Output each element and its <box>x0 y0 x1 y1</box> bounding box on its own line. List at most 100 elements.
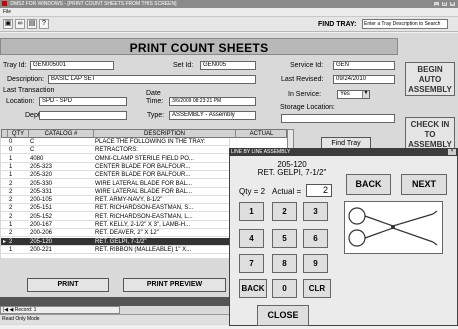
storage-location-label: Storage Location: <box>280 104 335 111</box>
table-row[interactable]: 1 200-221 RET. RIBBON (MALLEABLE) 1" X... <box>1 246 229 254</box>
keypad-2[interactable]: 2 <box>272 202 297 221</box>
row-description: RET. RICHARDSON-EASTMAN, L... <box>95 213 193 220</box>
row-description: WIRE LATERAL BLADE FOR BAL... <box>95 188 193 195</box>
table-row[interactable]: 2 205-151 RET. RICHARDSON-EASTMAN, S... <box>1 204 229 213</box>
chevron-down-icon[interactable]: ▼ <box>362 91 369 98</box>
location-field[interactable]: SPD - SPD <box>39 97 127 106</box>
row-qty: 2 <box>9 188 13 195</box>
date-label: Date <box>146 90 161 97</box>
table-row[interactable]: 2 200-105 RET. ARMY-NAVY, 8-1/2" <box>1 196 229 205</box>
keypad-back[interactable]: BACK <box>239 279 267 298</box>
keypad-0[interactable]: 0 <box>272 279 297 298</box>
tray-id-field[interactable]: GEN005001 <box>30 61 114 70</box>
print-preview-button[interactable]: PRINT PREVIEW <box>123 278 226 292</box>
row-qty: 2 <box>9 180 13 187</box>
keypad-8[interactable]: 8 <box>272 254 297 273</box>
row-catalog: C <box>30 147 35 154</box>
row-description: PLACE THE FOLLOWING IN THE TRAY: <box>95 139 206 145</box>
time-label: Time: <box>146 98 164 105</box>
print-button[interactable]: PRINT <box>27 278 109 292</box>
instrument-image <box>344 201 443 254</box>
row-catalog: 200-206 <box>30 230 53 237</box>
table-row[interactable]: 1 4080 OMNI-CLAMP STERILE FIELD PO... <box>1 155 229 163</box>
row-catalog: 205-152 <box>30 213 53 220</box>
last-revised-field[interactable]: 09/24/2010 <box>333 75 395 84</box>
dialog-close-button[interactable]: CLOSE <box>257 305 309 326</box>
row-qty: 0 <box>9 147 13 154</box>
window-title: DMS2 FOR WINDOWS - [PRINT COUNT SHEETS F… <box>10 1 177 7</box>
table-row[interactable]: 1 200-167 RET. KELLY, 2-1/2" X 3", LAMB-H.… <box>1 221 229 229</box>
in-service-select[interactable]: Yes ▼ <box>337 90 370 99</box>
find-tray-input[interactable]: Enter a Tray Description to Search <box>362 19 448 29</box>
keypad-5[interactable]: 5 <box>272 229 297 248</box>
header-actual: ACTUAL <box>236 130 288 138</box>
page-title: PRINT COUNT SHEETS <box>129 41 269 55</box>
row-description: RET. GELPI, 7-1/2" <box>95 238 147 245</box>
close-window-button[interactable]: × <box>449 1 456 7</box>
service-id-label: Service Id: <box>290 62 324 69</box>
header-catalog: CATALOG # <box>29 130 94 138</box>
table-row[interactable]: ▸ 2 205-120 RET. GELPI, 7-1/2" <box>1 237 229 246</box>
row-qty: 1 <box>9 155 13 162</box>
actual-column-area <box>230 138 287 148</box>
row-catalog: 205-330 <box>30 180 53 187</box>
maximize-button[interactable]: □ <box>441 1 448 7</box>
table-row[interactable]: 1 205-323 CENTER BLADE FOR BALFOUR... <box>1 163 229 171</box>
binoculars-icon[interactable]: ∞ <box>15 19 25 29</box>
keypad-1[interactable]: 1 <box>239 202 264 221</box>
storage-location-field[interactable] <box>281 114 395 123</box>
set-id-field[interactable]: GEN005 <box>200 61 256 70</box>
keypad-7[interactable]: 7 <box>239 254 264 273</box>
table-row[interactable]: 1 205-320 CENTER BLADE FOR BALFOUR... <box>1 171 229 180</box>
dialog-actual-label: Actual = <box>272 187 302 196</box>
table-row[interactable]: 2 205-331 WIRE LATERAL BLADE FOR BAL... <box>1 188 229 196</box>
dialog-back-button[interactable]: BACK <box>346 174 391 195</box>
row-qty: 2 <box>9 213 13 220</box>
begin-auto-assembly-button[interactable]: BEGIN AUTO ASSEMBLY <box>405 62 455 96</box>
description-field[interactable]: BASIC LAP SET <box>48 75 256 84</box>
in-service-value: Yes <box>340 91 350 97</box>
first-record-icon[interactable]: |◀ ◀ <box>3 307 13 313</box>
last-revised-label: Last Revised: <box>281 76 324 83</box>
dept-field[interactable] <box>39 111 127 120</box>
grid-header: QTY CATALOG # DESCRIPTION ACTUAL <box>1 129 288 138</box>
save-icon[interactable]: ▣ <box>3 19 13 29</box>
help-icon[interactable]: ? <box>39 19 49 29</box>
time-field[interactable]: 3/6/2009 08:23:21 PM <box>169 97 256 106</box>
row-qty: 1 <box>9 222 13 228</box>
row-description: WIRE LATERAL BLADE FOR BAL... <box>95 180 193 187</box>
row-qty: 2 <box>9 238 13 245</box>
type-field[interactable]: ASSEMBLY - Assembly <box>169 111 256 120</box>
keypad-4[interactable]: 4 <box>239 229 264 248</box>
keypad-6[interactable]: 6 <box>303 229 328 248</box>
row-description: CENTER BLADE FOR BALFOUR... <box>95 172 191 179</box>
keypad-clear[interactable]: CLR <box>303 279 331 298</box>
keypad-3[interactable]: 3 <box>303 202 328 221</box>
menu-file[interactable]: File <box>3 9 11 15</box>
items-grid: 0 C PLACE THE FOLLOWING IN THE TRAY: 0 C RETR… <box>1 138 229 258</box>
minimize-button[interactable]: _ <box>433 1 440 7</box>
dialog-next-button[interactable]: NEXT <box>401 174 447 195</box>
table-row[interactable]: 2 205-330 WIRE LATERAL BLADE FOR BAL... <box>1 180 229 188</box>
dialog-qty: Qty = 2 <box>239 187 266 196</box>
row-description: CENTER BLADE FOR BALFOUR... <box>95 163 191 170</box>
keypad-9[interactable]: 9 <box>303 254 328 273</box>
service-id-field[interactable]: GEN <box>333 61 395 70</box>
dialog-actual-input[interactable]: 2 <box>306 184 332 197</box>
table-row[interactable]: 2 200-206 RET. DEAVER, 2" X 12" <box>1 229 229 238</box>
table-row[interactable]: 0 C PLACE THE FOLLOWING IN THE TRAY: <box>1 138 229 146</box>
row-catalog: C <box>30 139 35 145</box>
table-row[interactable]: 2 205-152 RET. RICHARDSON-EASTMAN, L... <box>1 213 229 221</box>
row-qty: 2 <box>9 230 13 237</box>
row-catalog: 205-323 <box>30 163 53 170</box>
table-row[interactable]: 0 C RETRACTORS: <box>1 146 229 155</box>
dialog-close-icon[interactable]: × <box>448 149 456 155</box>
record-navigator[interactable]: |◀ ◀ Record: 1 <box>0 306 120 314</box>
location-label: Location: <box>6 98 35 105</box>
check-in-to-assembly-button[interactable]: CHECK IN TO ASSEMBLY <box>405 117 455 150</box>
row-catalog: 205-331 <box>30 188 53 195</box>
printer-icon[interactable]: ▤ <box>27 19 37 29</box>
tray-id-label: Tray Id: <box>3 62 27 69</box>
header-description: DESCRIPTION <box>94 130 236 138</box>
row-catalog: 200-221 <box>30 246 53 253</box>
